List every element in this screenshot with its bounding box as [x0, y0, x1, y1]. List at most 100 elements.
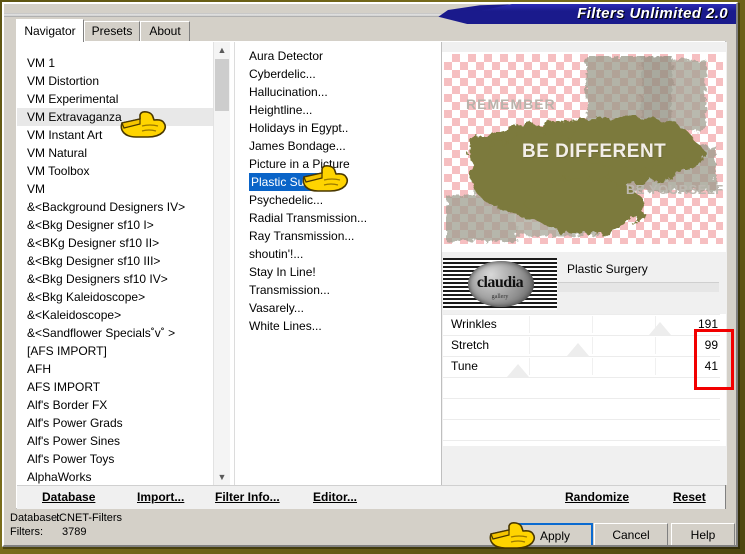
- slider-value: 99: [704, 338, 718, 352]
- cancel-button[interactable]: Cancel: [594, 523, 668, 545]
- list-item[interactable]: &<Sandflower Specials˚v˚ >: [17, 324, 213, 342]
- tab-about[interactable]: About: [140, 21, 190, 41]
- reset-link[interactable]: Reset: [673, 490, 706, 504]
- slider-label: Wrinkles: [451, 317, 497, 331]
- logo-subtitle: gallery: [491, 294, 509, 300]
- filter-list-scroll-area[interactable]: [429, 42, 441, 485]
- slider-track-wrinkles[interactable]: [509, 314, 702, 335]
- list-item-selected[interactable]: VM Extravaganza: [17, 108, 213, 126]
- list-item[interactable]: &<Bkg Designer sf10 I>: [17, 216, 213, 234]
- database-label: Database:: [10, 512, 61, 524]
- list-item[interactable]: VM Experimental: [17, 90, 213, 108]
- slider-row-empty: [443, 398, 726, 419]
- list-item[interactable]: AlphaWorks: [17, 468, 213, 485]
- slider-tick: [592, 316, 593, 333]
- list-item[interactable]: &<Bkg Designer sf10 III>: [17, 252, 213, 270]
- preview-frame: REMEMBER BE DIFFERENT BE YOURSELF: [442, 52, 726, 252]
- list-item[interactable]: VM Natural: [17, 144, 213, 162]
- list-item[interactable]: Alf's Border FX: [17, 396, 213, 414]
- title-bar-strip: [4, 13, 444, 17]
- row-separator: [443, 377, 720, 378]
- slider-track-stretch[interactable]: [509, 335, 702, 356]
- preview-text-remember: REMEMBER: [466, 96, 556, 112]
- list-item[interactable]: Alf's Power Sines: [17, 432, 213, 450]
- list-item[interactable]: Radial Transmission...: [235, 209, 430, 227]
- database-link[interactable]: Database: [42, 490, 95, 504]
- slider-thumb-stretch[interactable]: [567, 343, 589, 356]
- list-item[interactable]: &<Kaleidoscope>: [17, 306, 213, 324]
- list-item[interactable]: &<Background Designers IV>: [17, 198, 213, 216]
- category-list[interactable]: VM 1 VM Distortion VM Experimental VM Ex…: [17, 42, 213, 485]
- row-separator: [443, 419, 720, 420]
- slider-tick: [655, 337, 656, 354]
- list-item[interactable]: &<Bkg Kaleidoscope>: [17, 288, 213, 306]
- preview-image[interactable]: REMEMBER BE DIFFERENT BE YOURSELF: [444, 54, 723, 244]
- tab-presets[interactable]: Presets: [84, 21, 140, 41]
- list-item[interactable]: AFS IMPORT: [17, 378, 213, 396]
- slider-value: 191: [697, 317, 718, 331]
- slider-tick: [529, 316, 530, 333]
- list-item[interactable]: Hallucination...: [235, 83, 430, 101]
- database-value: ICNET-Filters: [56, 512, 122, 524]
- preview-text-be-different: BE DIFFERENT: [522, 141, 667, 162]
- list-item[interactable]: White Lines...: [235, 317, 430, 335]
- list-item[interactable]: Vasarely...: [235, 299, 430, 317]
- slider-value: 41: [704, 359, 718, 373]
- pointing-hand-icon-category: [118, 110, 170, 140]
- status-area: Database: ICNET-Filters Filters: 3789: [10, 512, 410, 545]
- list-item[interactable]: &<BKg Designer sf10 II>: [17, 234, 213, 252]
- list-item[interactable]: James Bondage...: [235, 137, 430, 155]
- slider-thumb-tune[interactable]: [507, 364, 529, 377]
- slider-row-tune: Tune 41: [443, 356, 726, 377]
- list-item[interactable]: Aura Detector: [235, 47, 430, 65]
- list-item[interactable]: AFH: [17, 360, 213, 378]
- filter-list[interactable]: Aura Detector Cyberdelic... Hallucinatio…: [234, 42, 430, 485]
- list-item[interactable]: &<Bkg Designers sf10 IV>: [17, 270, 213, 288]
- row-separator: [443, 440, 720, 441]
- list-item[interactable]: Cyberdelic...: [235, 65, 430, 83]
- preview-text-be-yourself: BE YOURSELF: [626, 182, 724, 197]
- claudia-logo: claudia gallery: [443, 258, 557, 310]
- selected-filter-name: Plastic Surgery: [558, 258, 726, 280]
- list-item[interactable]: Alf's Power Grads: [17, 414, 213, 432]
- list-item[interactable]: VM Instant Art: [17, 126, 213, 144]
- editor-link[interactable]: Editor...: [313, 490, 357, 504]
- list-item[interactable]: Holidays in Egypt..: [235, 119, 430, 137]
- scroll-up-icon[interactable]: ▲: [214, 42, 230, 58]
- slider-row-stretch: Stretch 99: [443, 335, 726, 356]
- filters-value: 3789: [62, 526, 87, 538]
- tab-strip: Navigator Presets About: [16, 19, 726, 42]
- slider-track-tune[interactable]: [507, 356, 702, 377]
- slider-thumb-wrinkles[interactable]: [649, 322, 671, 335]
- import-link[interactable]: Import...: [137, 490, 184, 504]
- slider-row-wrinkles: Wrinkles 191: [443, 314, 726, 335]
- list-item[interactable]: Transmission...: [235, 281, 430, 299]
- slider-tick: [655, 358, 656, 375]
- filter-name-bar: [558, 283, 719, 292]
- row-separator: [443, 398, 720, 399]
- pointing-hand-icon-apply: [487, 521, 539, 551]
- list-item[interactable]: VM 1: [17, 54, 213, 72]
- filters-unlimited-window: Filters Unlimited 2.0 Navigator Presets …: [2, 2, 738, 547]
- list-item[interactable]: VM: [17, 180, 213, 198]
- list-item[interactable]: Heightline...: [235, 101, 430, 119]
- filters-label: Filters:: [10, 526, 43, 538]
- scrollbar-thumb[interactable]: [215, 59, 229, 111]
- tab-navigator[interactable]: Navigator: [16, 19, 84, 42]
- list-item[interactable]: shoutin'!...: [235, 245, 430, 263]
- category-scrollbar[interactable]: ▲ ▼: [213, 42, 230, 485]
- pointing-hand-icon-filter: [300, 164, 352, 194]
- list-item[interactable]: Stay In Line!: [235, 263, 430, 281]
- list-item[interactable]: [AFS IMPORT]: [17, 342, 213, 360]
- list-item[interactable]: Ray Transmission...: [235, 227, 430, 245]
- list-item[interactable]: Alf's Power Toys: [17, 450, 213, 468]
- outer-frame: Filters Unlimited 2.0 Navigator Presets …: [0, 0, 745, 554]
- randomize-link[interactable]: Randomize: [565, 490, 629, 504]
- help-button[interactable]: Help: [671, 523, 735, 545]
- list-item[interactable]: VM Distortion: [17, 72, 213, 90]
- slider-tick: [529, 358, 530, 375]
- logo-word: claudia: [476, 274, 524, 291]
- list-item[interactable]: VM Toolbox: [17, 162, 213, 180]
- filter-info-link[interactable]: Filter Info...: [215, 490, 280, 504]
- scroll-down-icon[interactable]: ▼: [214, 469, 230, 485]
